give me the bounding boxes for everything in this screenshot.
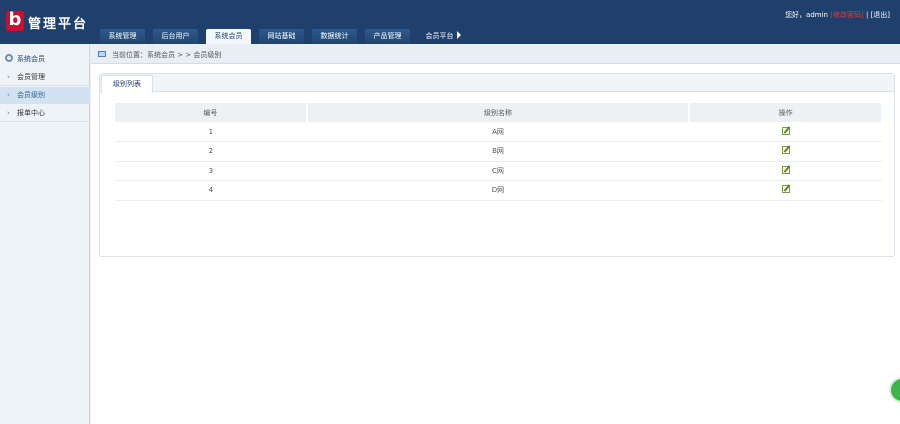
- edit-icon[interactable]: [781, 165, 790, 174]
- table-row: 4 D网: [115, 180, 882, 201]
- column-header-name: 级别名称: [306, 103, 691, 122]
- nav-more-member-platform[interactable]: 会员平台: [418, 29, 468, 44]
- level-table: 编号 级别名称 操作 1 A网 2 B网 3 C网 4 D网: [115, 103, 883, 201]
- table-row: 3 C网: [115, 161, 882, 181]
- logout-link[interactable]: [退出]: [871, 11, 890, 19]
- sidebar-item-member-level[interactable]: › 会员级别: [0, 87, 90, 104]
- nav-more-label: 会员平台: [425, 32, 454, 40]
- sidebar-item-label: 报单中心: [17, 109, 45, 117]
- table-header-row: 编号 级别名称 操作: [115, 103, 883, 122]
- table-row: 2 B网: [115, 141, 882, 162]
- cell-id: 3: [115, 161, 307, 181]
- cell-name: A网: [306, 122, 690, 142]
- app-title: 管理平台: [28, 17, 89, 32]
- cell-id: 1: [115, 122, 307, 142]
- chevron-right-icon: ›: [7, 91, 10, 99]
- nav-tab-site-basics[interactable]: 网站基础: [259, 29, 304, 44]
- cell-action: [689, 180, 882, 201]
- breadcrumb-text: 当前位置：系统会员 > > 会员级别: [112, 51, 222, 59]
- separator: |: [865, 11, 869, 19]
- table-row: 1 A网: [115, 122, 882, 142]
- main-nav: 系统管理 后台用户 系统会员 网站基础 数据统计 产品管理 会员平台: [100, 29, 468, 44]
- logo-letter: b: [8, 9, 22, 30]
- edit-icon[interactable]: [781, 126, 790, 135]
- column-header-action: 操作: [689, 103, 883, 122]
- cell-name: C网: [306, 161, 690, 181]
- cell-action: [689, 161, 882, 181]
- change-password-link[interactable]: [修改密码]: [830, 11, 863, 19]
- tab-level-list[interactable]: 级别列表: [101, 75, 153, 93]
- sidebar: 系统会员 › 会员管理 › 会员级别 › 报单中心: [0, 44, 90, 424]
- nav-tab-statistics[interactable]: 数据统计: [312, 29, 357, 44]
- sidebar-title: 系统会员: [17, 55, 45, 63]
- nav-tab-backend-users[interactable]: 后台用户: [153, 29, 198, 44]
- sidebar-header: 系统会员: [0, 51, 90, 67]
- edit-icon[interactable]: [781, 146, 790, 155]
- cell-action: [689, 122, 882, 142]
- arrow-right-icon: [456, 31, 461, 39]
- chevron-right-icon: ›: [7, 109, 10, 117]
- column-header-id: 编号: [115, 103, 308, 122]
- gear-icon: [5, 54, 13, 62]
- level-list-panel: 级别列表 编号 级别名称 操作 1 A网 2 B网 3 C网 4 D网: [99, 73, 895, 257]
- cell-name: B网: [306, 141, 690, 162]
- top-header: b 管理平台 您好，admin [修改密码] | [退出] 系统管理 后台用户 …: [0, 0, 900, 44]
- location-icon: [98, 51, 106, 57]
- chevron-right-icon: ›: [7, 73, 10, 81]
- user-bar: 您好，admin [修改密码] | [退出]: [785, 10, 890, 20]
- greeting: 您好，admin: [785, 11, 828, 19]
- sidebar-item-member-management[interactable]: › 会员管理: [0, 69, 90, 86]
- nav-tab-system-admin[interactable]: 系统管理: [100, 29, 145, 44]
- breadcrumb: 当前位置：系统会员 > > 会员级别: [91, 44, 900, 64]
- nav-tab-system-members[interactable]: 系统会员: [206, 29, 251, 44]
- edit-icon[interactable]: [781, 185, 790, 194]
- main-content: 当前位置：系统会员 > > 会员级别 级别列表 编号 级别名称 操作 1 A网: [91, 44, 900, 424]
- sidebar-item-order-center[interactable]: › 报单中心: [0, 105, 90, 122]
- sidebar-item-label: 会员管理: [17, 73, 45, 81]
- cell-id: 4: [115, 180, 307, 201]
- panel-tab-bar: 级别列表: [100, 74, 894, 93]
- cell-id: 2: [115, 141, 307, 162]
- cell-action: [689, 141, 882, 162]
- logo-icon: b: [6, 9, 24, 31]
- sidebar-item-label: 会员级别: [17, 91, 45, 99]
- nav-tab-products[interactable]: 产品管理: [365, 29, 410, 44]
- cell-name: D网: [306, 180, 690, 201]
